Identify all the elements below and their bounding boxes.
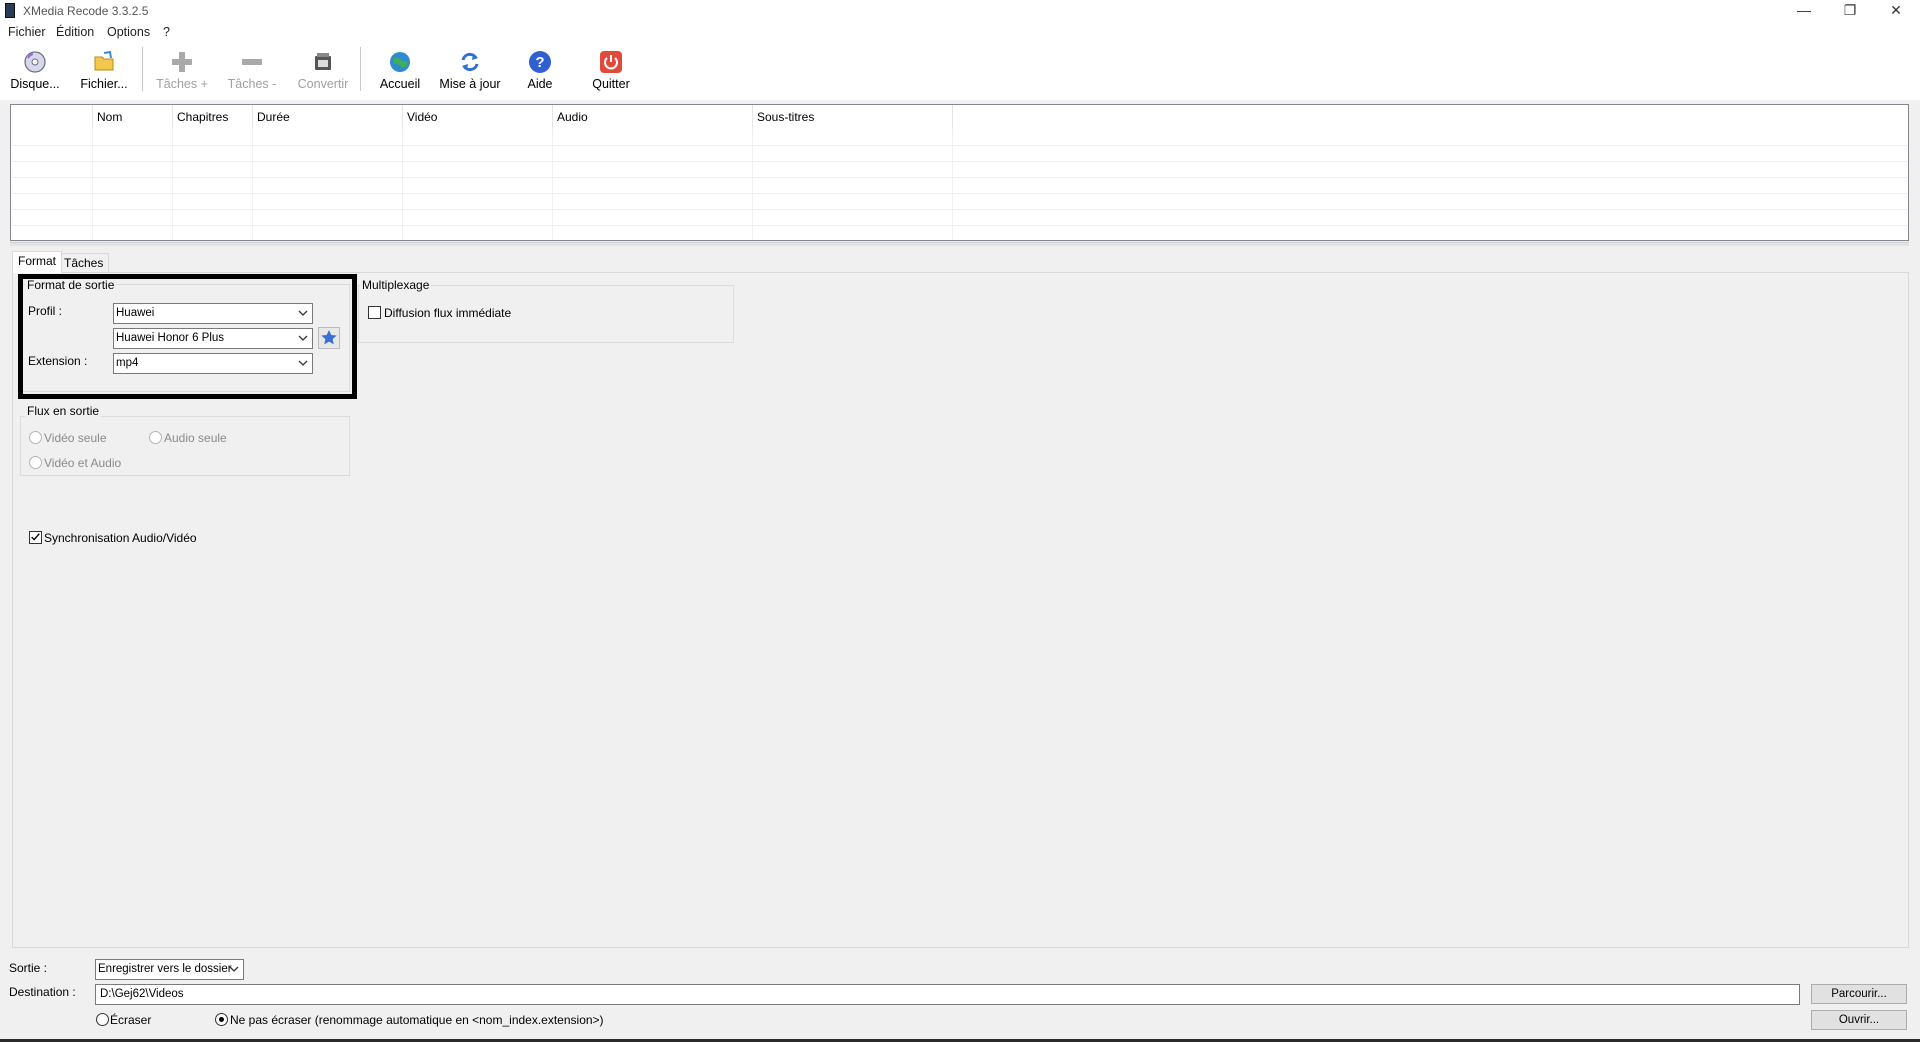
column-header-name[interactable]: Nom <box>93 105 173 129</box>
tab-tasks[interactable]: Tâches <box>58 253 110 273</box>
title-bar: XMedia Recode 3.3.2.5 — ❐ ✕ <box>0 0 1920 22</box>
video-only-radio[interactable] <box>29 431 42 444</box>
tab-format[interactable]: Format <box>12 251 63 273</box>
destination-label: Destination : <box>9 985 76 999</box>
chevron-down-icon <box>229 966 239 972</box>
file-button[interactable]: Fichier... <box>78 46 130 96</box>
toolbar: Disque... Fichier... Tâches + Tâches - C… <box>0 42 1920 100</box>
home-label: Accueil <box>379 77 421 91</box>
list-row <box>11 161 1908 177</box>
app-icon <box>5 3 15 18</box>
window-title: XMedia Recode 3.3.2.5 <box>23 4 149 18</box>
list-row <box>11 193 1908 209</box>
menu-options[interactable]: Options <box>107 25 150 39</box>
column-divider <box>172 129 173 240</box>
help-button[interactable]: ? Aide <box>516 46 564 96</box>
restore-button[interactable]: ❐ <box>1827 0 1873 22</box>
checkmark-icon <box>31 533 40 541</box>
column-divider <box>92 129 93 240</box>
quit-label: Quitter <box>592 77 630 91</box>
help-icon: ? <box>529 51 551 73</box>
remove-task-label: Tâches - <box>227 77 277 91</box>
add-task-label: Tâches + <box>156 77 208 91</box>
column-divider <box>952 129 953 240</box>
menu-bar: Fichier Édition Options ? <box>0 22 1920 42</box>
disc-button-label: Disque... <box>10 77 60 91</box>
close-button[interactable]: ✕ <box>1873 0 1919 22</box>
plus-icon <box>172 52 192 72</box>
convert-button[interactable]: Convertir <box>294 46 352 96</box>
audio-only-label: Audio seule <box>164 431 227 445</box>
open-file-icon <box>94 50 114 71</box>
add-task-button[interactable]: Tâches + <box>154 46 210 96</box>
list-row <box>11 177 1908 193</box>
update-button[interactable]: Mise à jour <box>438 46 502 96</box>
convert-label: Convertir <box>297 77 349 91</box>
open-button[interactable]: Ouvrir... <box>1811 1010 1907 1030</box>
overwrite-radio[interactable] <box>96 1013 109 1026</box>
browse-button[interactable]: Parcourir... <box>1811 984 1907 1004</box>
output-mode-value: Enregistrer vers le dossier <box>98 963 232 975</box>
list-row <box>11 145 1908 161</box>
column-divider <box>402 129 403 240</box>
av-sync-checkbox[interactable] <box>29 531 42 544</box>
minus-icon <box>242 59 262 65</box>
column-header-duration[interactable]: Durée <box>253 105 403 129</box>
remove-task-button[interactable]: Tâches - <box>224 46 280 96</box>
mux-group-title: Multiplexage <box>360 278 432 292</box>
globe-icon <box>390 52 410 72</box>
convert-icon <box>315 53 331 70</box>
svg-text:?: ? <box>535 54 544 71</box>
immediate-stream-checkbox[interactable] <box>368 306 381 319</box>
no-overwrite-label: Ne pas écraser (renommage automatique en… <box>230 1013 604 1027</box>
radio-selected-dot <box>219 1017 224 1022</box>
immediate-stream-label: Diffusion flux immédiate <box>384 306 512 320</box>
splitter[interactable] <box>10 242 1909 246</box>
home-button[interactable]: Accueil <box>376 46 424 96</box>
column-header-chapters[interactable]: Chapitres <box>173 105 253 129</box>
no-overwrite-radio[interactable] <box>215 1013 228 1026</box>
minimize-button[interactable]: — <box>1781 0 1827 22</box>
output-stream-title: Flux en sortie <box>25 404 102 418</box>
column-divider <box>252 129 253 240</box>
video-audio-label: Vidéo et Audio <box>44 456 122 470</box>
menu-fichier[interactable]: Fichier <box>8 25 46 39</box>
list-row <box>11 225 1908 241</box>
video-audio-radio[interactable] <box>29 456 42 469</box>
column-divider <box>752 129 753 240</box>
column-header-video[interactable]: Vidéo <box>403 105 553 129</box>
disc-button[interactable]: Disque... <box>8 46 62 96</box>
toolbar-separator <box>142 47 143 91</box>
quit-button[interactable]: Quitter <box>584 46 638 96</box>
list-row <box>11 209 1908 225</box>
file-list[interactable]: Nom Chapitres Durée Vidéo Audio Sous-tit… <box>10 104 1909 241</box>
update-label: Mise à jour <box>439 77 501 91</box>
destination-input[interactable]: D:\Gej62\Videos <box>95 984 1800 1005</box>
file-button-label: Fichier... <box>80 77 128 91</box>
column-header-audio[interactable]: Audio <box>553 105 753 129</box>
refresh-icon <box>461 52 479 72</box>
overwrite-label: Écraser <box>110 1013 152 1027</box>
column-divider <box>552 129 553 240</box>
output-mode-select[interactable]: Enregistrer vers le dossier <box>95 959 244 980</box>
column-header-subtitles[interactable]: Sous-titres <box>753 105 953 129</box>
column-header-empty <box>11 105 93 129</box>
power-icon <box>600 51 622 73</box>
help-label: Aide <box>527 77 553 91</box>
av-sync-label: Synchronisation Audio/Vidéo <box>44 531 197 545</box>
audio-only-radio[interactable] <box>149 431 162 444</box>
menu-edition[interactable]: Édition <box>56 25 94 39</box>
highlight-frame <box>18 274 357 399</box>
toolbar-separator <box>360 47 361 91</box>
output-mode-label: Sortie : <box>9 961 48 975</box>
disc-icon <box>24 51 46 73</box>
menu-help[interactable]: ? <box>163 25 170 39</box>
video-only-label: Vidéo seule <box>44 431 107 445</box>
